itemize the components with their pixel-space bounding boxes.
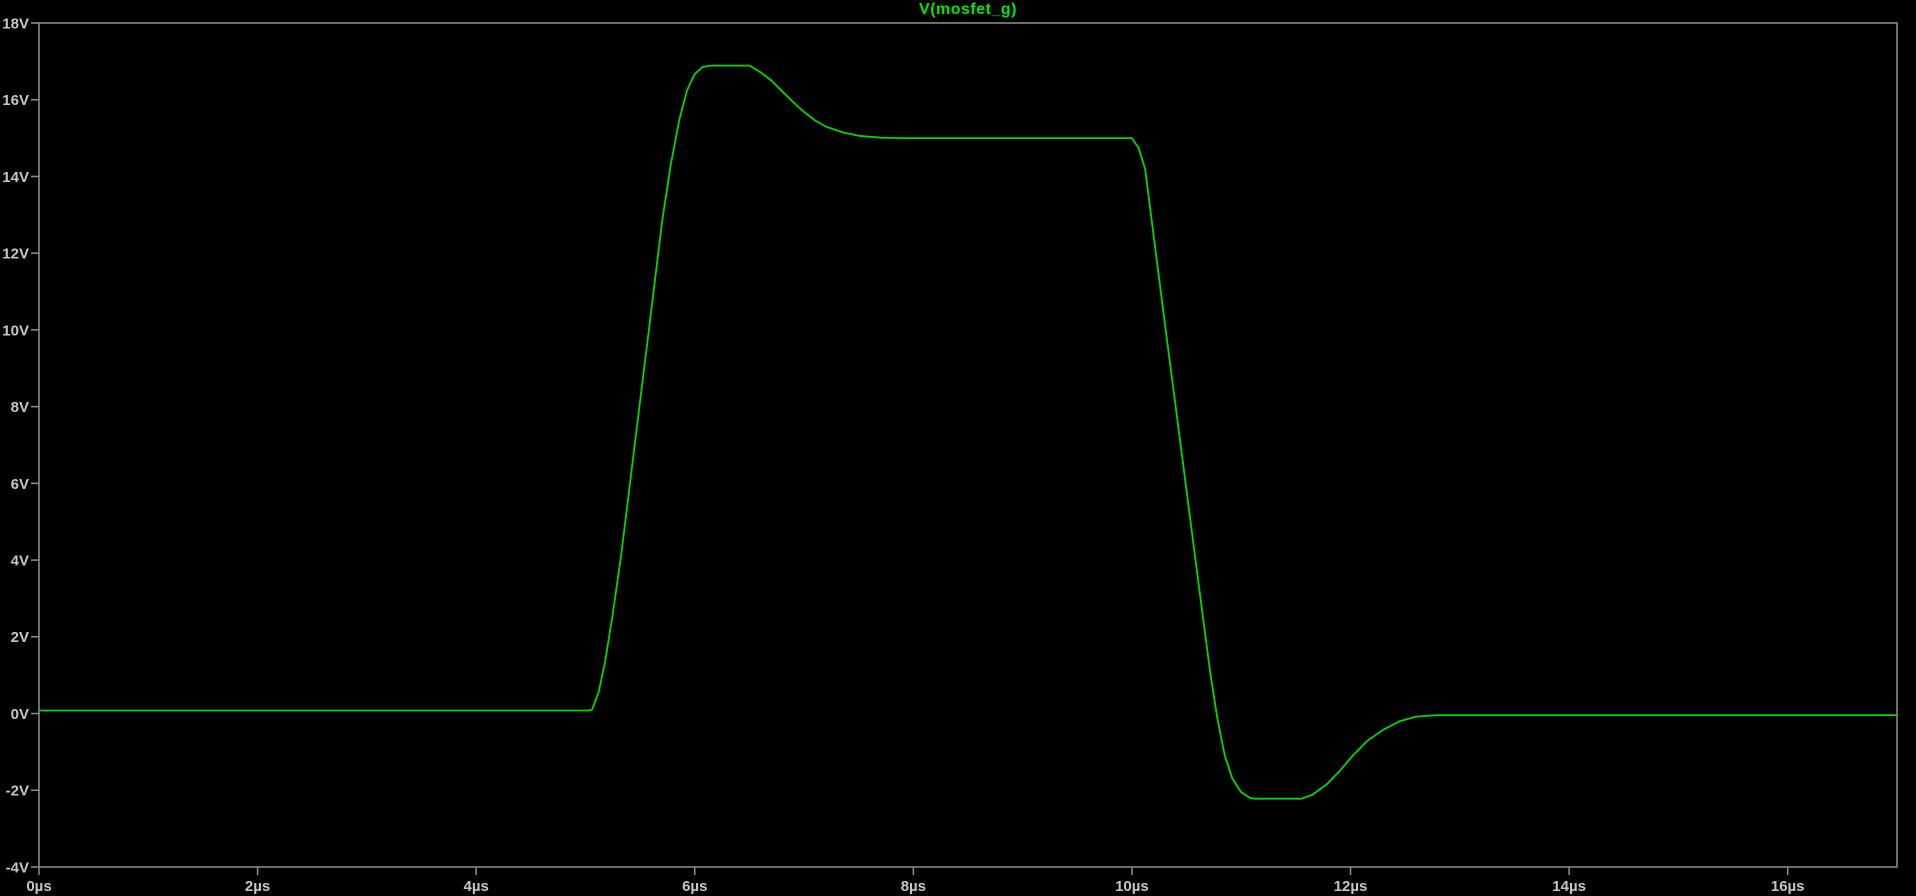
y-tick-label[interactable]: -4V [6, 859, 29, 876]
y-tick-label[interactable]: 14V [2, 169, 29, 186]
x-tick-label[interactable]: 12µs [1334, 878, 1368, 895]
x-tick-label[interactable]: 16µs [1771, 878, 1805, 895]
plot-border [38, 22, 1898, 868]
y-tick-label[interactable]: 10V [2, 322, 29, 339]
x-tick-label[interactable]: 4µs [464, 878, 489, 895]
y-tick-label[interactable]: -2V [6, 783, 29, 800]
x-axis[interactable]: 0µs 2µs 4µs 6µs 8µs 10µs 12µs 14µs 16µs [26, 867, 1805, 895]
y-tick-label[interactable]: 0V [11, 706, 29, 723]
x-tick-label[interactable]: 0µs [26, 878, 51, 895]
x-tick-label[interactable]: 2µs [245, 878, 270, 895]
y-tick-label[interactable]: 18V [2, 15, 29, 32]
waveform-viewer-window: V(mosfet_g) 18V 16V 14V 12V 10V 8V 6V 4V 2V 0V -2V… [0, 0, 1916, 896]
trace-v-mosfet-g [38, 64, 1898, 800]
y-tick-label[interactable]: 4V [11, 552, 29, 569]
y-tick-label[interactable]: 6V [11, 476, 29, 493]
y-tick-label[interactable]: 2V [11, 629, 29, 646]
x-tick-label[interactable]: 10µs [1115, 878, 1149, 895]
waveform-plot-area[interactable]: 18V 16V 14V 12V 10V 8V 6V 4V 2V 0V -2V -4V 0µs 2µs 4µs… [0, 0, 1916, 896]
x-tick-label[interactable]: 14µs [1552, 878, 1586, 895]
x-tick-label[interactable]: 8µs [901, 878, 926, 895]
y-tick-label[interactable]: 16V [2, 92, 29, 109]
y-tick-label[interactable]: 12V [2, 246, 29, 263]
y-axis[interactable]: 18V 16V 14V 12V 10V 8V 6V 4V 2V 0V -2V -4V [2, 15, 39, 876]
x-tick-label[interactable]: 6µs [682, 878, 707, 895]
y-tick-label[interactable]: 8V [11, 399, 29, 416]
